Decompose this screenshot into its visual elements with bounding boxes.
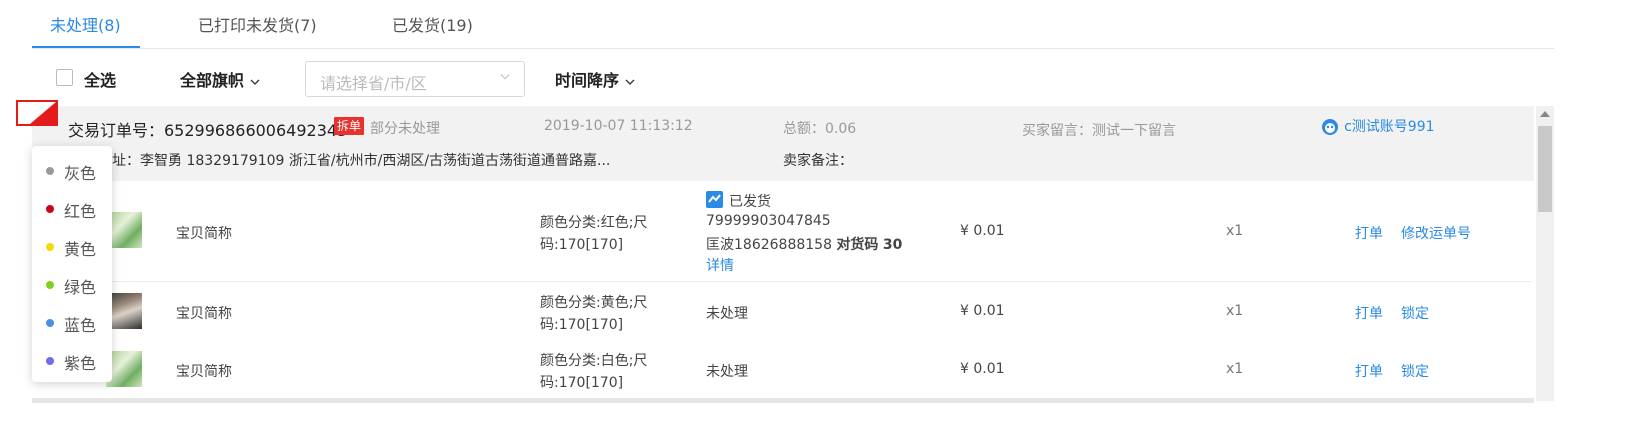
print-order-button[interactable]: 打单	[1355, 223, 1383, 243]
item-sku-line1: 颜色分类:黄色;尺	[540, 295, 648, 311]
match-code: 30	[882, 237, 903, 253]
item-qty: x1	[1226, 303, 1244, 319]
flag-option-yellow[interactable]: 黄色	[32, 227, 112, 265]
flag-option-purple[interactable]: 紫色	[32, 341, 112, 379]
courier-info: 匡波18626888158 对货码 30	[706, 234, 902, 254]
color-dot-icon	[46, 167, 54, 175]
region-placeholder: 请选择省/市/区	[320, 74, 427, 93]
color-dot-icon	[46, 243, 54, 251]
print-order-button[interactable]: 打单	[1355, 303, 1383, 323]
scroll-up-arrow-icon[interactable]	[1540, 111, 1550, 117]
sort-dropdown[interactable]: 时间降序	[555, 67, 635, 91]
order-time: 2019-10-07 11:13:12	[544, 118, 693, 134]
split-badge: 拆单	[334, 117, 365, 135]
lock-button[interactable]: 锁定	[1401, 361, 1429, 381]
flag-option-blue[interactable]: 蓝色	[32, 303, 112, 341]
item-sku-line2: 码:170[170]	[540, 237, 624, 253]
item-price: ¥ 0.01	[960, 361, 1005, 377]
tab-unprocessed[interactable]: 未处理(8)	[50, 12, 121, 36]
tab-printed-not-shipped[interactable]: 已打印未发货(7)	[198, 12, 317, 36]
order-address: 址：李智勇 18329179109 浙江省/杭州市/西湖区/古荡街道古荡街道通普…	[112, 153, 611, 169]
color-dot-icon	[46, 357, 54, 365]
tabs-divider	[32, 48, 1554, 49]
account-name: c测试账号991	[1344, 119, 1435, 135]
item-name: 宝贝简称	[176, 226, 232, 242]
color-dot-icon	[46, 281, 54, 289]
edit-waybill-button[interactable]: 修改运单号	[1401, 223, 1471, 243]
item-sku-line1: 颜色分类:红色;尺	[540, 215, 648, 231]
chevron-down-icon	[250, 79, 260, 85]
chevron-down-icon	[500, 74, 510, 80]
account-link[interactable]: c测试账号991	[1321, 116, 1435, 136]
flag-option-green[interactable]: 绿色	[32, 265, 112, 303]
order-id: 交易订单号：652996866006492343	[68, 121, 348, 140]
item-qty: x1	[1226, 223, 1244, 239]
item-price: ¥ 0.01	[960, 303, 1005, 319]
order-status: 部分未处理	[370, 121, 440, 137]
table-row: 宝贝简称 颜色分类:红色;尺 码:170[170] 已发货 7999990304…	[32, 181, 1532, 282]
color-dot-icon	[46, 319, 54, 327]
table-row: 宝贝简称 颜色分类:白色;尺 码:170[170] 未处理 ¥ 0.01 x1 …	[32, 340, 1532, 399]
region-select[interactable]: 请选择省/市/区	[305, 61, 525, 97]
seller-note: 卖家备注：	[783, 153, 853, 169]
order-flag-button[interactable]	[16, 100, 58, 126]
flag-option-gray[interactable]: 灰色	[32, 151, 112, 189]
flag-option-label: 绿色	[64, 278, 97, 297]
item-sku-line1: 颜色分类:白色;尺	[540, 353, 648, 369]
logistics-icon	[706, 191, 723, 208]
flag-option-label: 紫色	[64, 354, 97, 373]
flag-option-label: 黄色	[64, 240, 97, 259]
color-dot-icon	[46, 205, 54, 213]
flag-option-label: 灰色	[64, 164, 97, 183]
flag-option-label: 红色	[64, 202, 97, 221]
order-total: 总额：0.06	[783, 121, 857, 137]
ship-status: 未处理	[706, 364, 748, 380]
item-sku-line2: 码:170[170]	[540, 375, 624, 391]
chevron-down-icon	[625, 79, 635, 85]
list-bottom-edge	[32, 398, 1534, 403]
ship-status: 已发货	[729, 194, 771, 210]
flag-filter-dropdown[interactable]: 全部旗帜	[180, 67, 260, 91]
sort-label: 时间降序	[555, 71, 620, 90]
flag-corner-icon	[30, 102, 56, 124]
flag-option-label: 蓝色	[64, 316, 97, 335]
match-label: 对货码	[836, 237, 879, 253]
item-price: ¥ 0.01	[960, 223, 1005, 239]
flag-filter-label: 全部旗帜	[180, 71, 245, 90]
item-name: 宝贝简称	[176, 306, 232, 322]
tracking-number: 79999903047845	[706, 213, 831, 229]
courier-name: 匡波18626888158	[706, 237, 832, 253]
select-all-checkbox[interactable]	[56, 69, 73, 86]
table-row: 宝贝简称 颜色分类:黄色;尺 码:170[170] 未处理 ¥ 0.01 x1 …	[32, 282, 1532, 341]
scrollbar-thumb[interactable]	[1538, 126, 1552, 212]
tab-shipped[interactable]: 已发货(19)	[392, 12, 473, 36]
wangwang-icon	[1322, 118, 1338, 135]
print-order-button[interactable]: 打单	[1355, 361, 1383, 381]
item-sku-line2: 码:170[170]	[540, 317, 624, 333]
item-qty: x1	[1226, 361, 1244, 377]
flag-color-menu: 灰色 红色 黄色 绿色 蓝色 紫色	[32, 146, 112, 382]
flag-option-red[interactable]: 红色	[32, 189, 112, 227]
item-name: 宝贝简称	[176, 364, 232, 380]
detail-link[interactable]: 详情	[706, 255, 734, 275]
ship-status: 未处理	[706, 306, 748, 322]
select-all-label[interactable]: 全选	[84, 67, 116, 91]
lock-button[interactable]: 锁定	[1401, 303, 1429, 323]
buyer-message: 买家留言：测试一下留言	[1022, 123, 1176, 139]
